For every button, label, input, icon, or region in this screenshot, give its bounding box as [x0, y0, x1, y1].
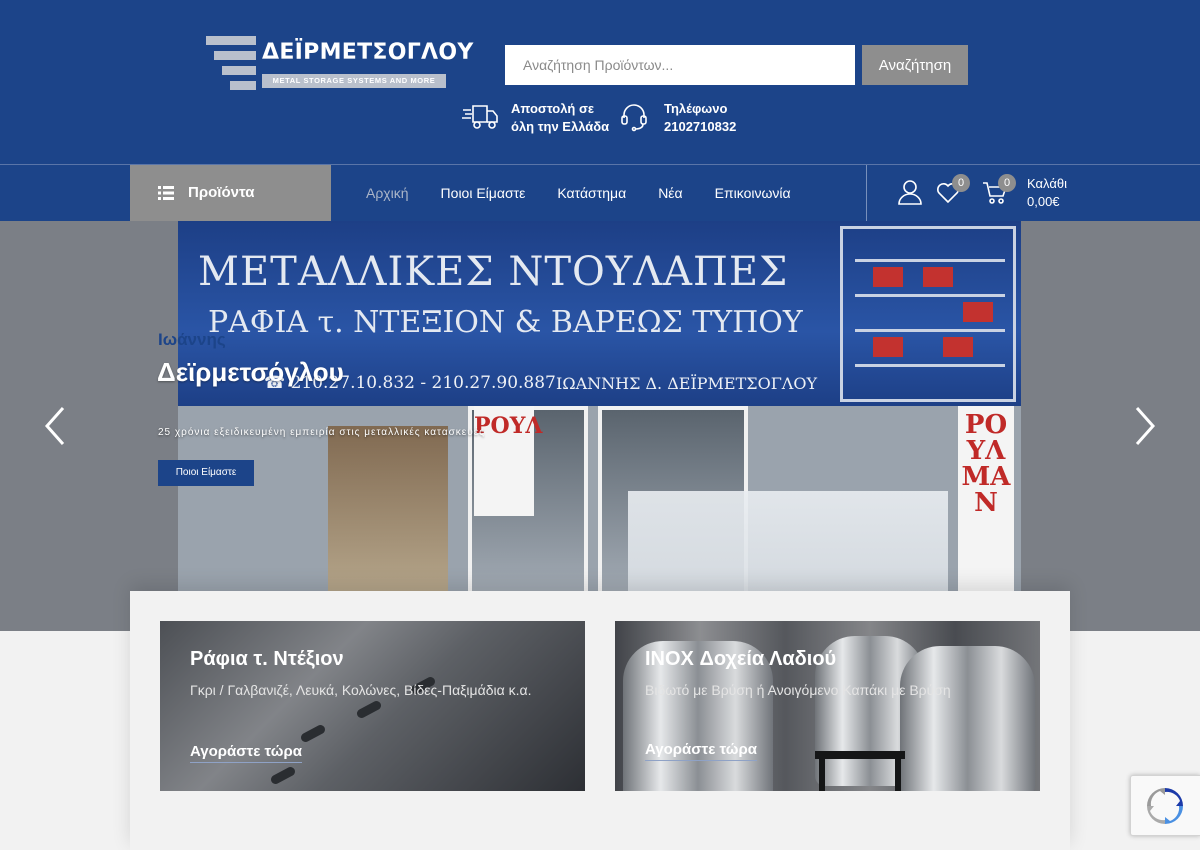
site-header: ΔΕΪΡΜΕΤΣΟΓΛΟΥ METAL STORAGE SYSTEMS AND … — [0, 0, 1200, 164]
hero-description: 25 χρόνια εξειδικευμένη εμπειρία στις με… — [158, 427, 485, 438]
products-menu-label: Προϊόντα — [188, 184, 255, 201]
hero-slider: ΜΕΤΑΛΛΙΚΕΣ ΝΤΟΥΛΑΠΕΣ ΡΑΦΙΑ τ. ΝΤΕΞΙΟΝ & … — [0, 221, 1200, 631]
photo-sign-main: ΜΕΤΑΛΛΙΚΕΣ ΝΤΟΥΛΑΠΕΣ — [198, 249, 789, 295]
cart-label: Καλάθι — [1027, 176, 1067, 191]
banner-2-shop-link[interactable]: Αγοράστε τώρα — [645, 741, 757, 761]
logo-bars-icon — [204, 34, 258, 94]
brand-tagline: METAL STORAGE SYSTEMS AND MORE — [262, 74, 446, 88]
banner-1-title: Ράφια τ. Ντέξιον — [190, 648, 344, 670]
photo-door-sign: ΡΟΥΛ — [474, 406, 542, 516]
phone-label: Τηλέφωνο — [664, 101, 728, 116]
list-icon — [158, 186, 174, 200]
category-banners: Ράφια τ. Ντέξιον Γκρι / Γαλβανιζέ, Λευκά… — [130, 591, 1070, 850]
truck-icon — [462, 105, 498, 129]
photo-sign-sub: ΡΑΦΙΑ τ. ΝΤΕΞΙΟΝ & ΒΑΡΕΩΣ ΤΥΠΟΥ — [208, 305, 803, 340]
shipping-info: Αποστολή σε όλη την Ελλάδα — [461, 100, 611, 136]
cart-total: 0,00€ — [1027, 194, 1060, 209]
banner-2-subtitle: Βιδωτό με Βρύση ή Ανοιγόμενο Καπάκι με Β… — [645, 682, 951, 698]
nav-link-shop[interactable]: Κατάστημα — [541, 165, 642, 221]
recaptcha-badge[interactable] — [1130, 775, 1200, 836]
hero-kicker: Ιωάννης — [158, 330, 226, 349]
nav-link-contact[interactable]: Επικοινωνία — [699, 165, 807, 221]
brand-logo[interactable]: ΔΕΪΡΜΕΤΣΟΓΛΟΥ METAL STORAGE SYSTEMS AND … — [204, 34, 473, 94]
chevron-right-icon[interactable] — [1134, 406, 1156, 446]
phone-number[interactable]: 2102710832 — [664, 118, 736, 136]
nav-link-about[interactable]: Ποιοι Είμαστε — [425, 165, 542, 221]
nav-link-home[interactable]: Αρχική — [350, 165, 425, 221]
products-menu-button[interactable]: Προϊόντα — [130, 165, 331, 221]
nav-divider — [866, 165, 867, 221]
shelf-logo-image — [840, 226, 1016, 402]
nav-link-news[interactable]: Νέα — [642, 165, 698, 221]
shipping-line-1: Αποστολή σε — [511, 101, 595, 116]
hero-about-button[interactable]: Ποιοι Είμαστε — [158, 460, 254, 486]
nav-links: Αρχική Ποιοι Είμαστε Κατάστημα Νέα Επικο… — [350, 165, 807, 221]
shipping-line-2: όλη την Ελλάδα — [511, 119, 610, 134]
photo-sign-owner: ΙΩΑΝΝΗΣ Δ. ΔΕΪΡΜΕΤΣΟΓΛΟΥ — [556, 374, 818, 393]
store-front-photo: ΜΕΤΑΛΛΙΚΕΣ ΝΤΟΥΛΑΠΕΣ ΡΑΦΙΑ τ. ΝΤΕΞΙΟΝ & … — [178, 221, 1021, 631]
main-nav: Προϊόντα Αρχική Ποιοι Είμαστε Κατάστημα … — [0, 164, 1200, 221]
banner-dexion-shelves[interactable]: Ράφια τ. Ντέξιον Γκρι / Γαλβανιζέ, Λευκά… — [160, 621, 585, 791]
brand-name: ΔΕΪΡΜΕΤΣΟΓΛΟΥ — [262, 40, 474, 65]
banner-1-shop-link[interactable]: Αγοράστε τώρα — [190, 743, 302, 763]
headset-icon — [621, 104, 647, 132]
chevron-left-icon[interactable] — [44, 406, 66, 446]
banner-1-subtitle: Γκρι / Γαλβανιζέ, Λευκά, Κολώνες, Βίδες-… — [190, 682, 532, 698]
phone-info[interactable]: Τηλέφωνο 2102710832 — [619, 100, 759, 136]
banner-inox-oil-tanks[interactable]: INOX Δοχεία Λαδιού Βιδωτό με Βρύση ή Ανο… — [615, 621, 1040, 791]
recaptcha-icon — [1147, 788, 1183, 824]
cart-summary[interactable]: Καλάθι 0,00€ — [1027, 175, 1067, 211]
hero-title: Δεϊρμετσόγλου — [157, 357, 344, 387]
photo-side-sign: ΡΟΥΛΜΑΝ — [958, 406, 1014, 616]
user-icon[interactable] — [898, 179, 922, 205]
search-input[interactable] — [505, 45, 855, 85]
wishlist-count-badge: 0 — [952, 174, 970, 192]
search-button[interactable]: Αναζήτηση — [862, 45, 968, 85]
cart-count-badge: 0 — [998, 174, 1016, 192]
banner-2-title: INOX Δοχεία Λαδιού — [645, 648, 837, 670]
